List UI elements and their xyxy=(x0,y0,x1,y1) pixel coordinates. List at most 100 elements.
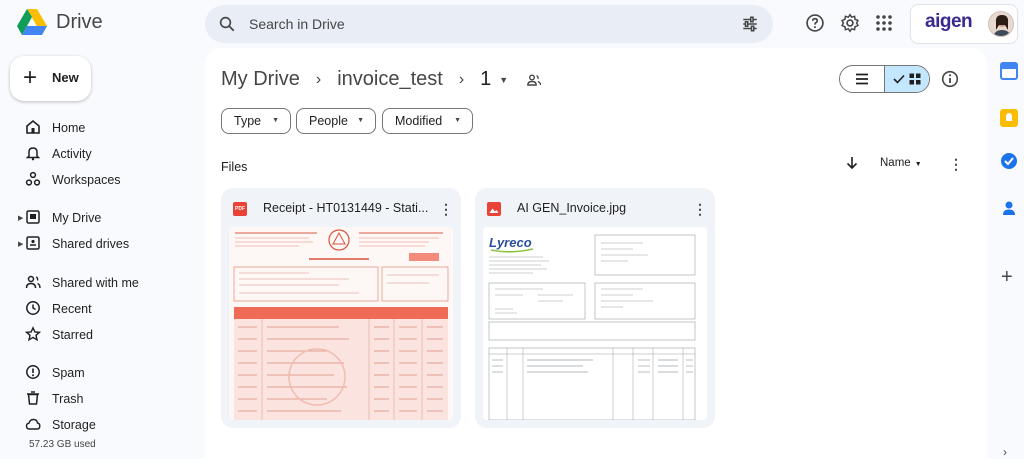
sidebar-item-label: Home xyxy=(52,121,86,135)
plus-icon: + xyxy=(23,64,38,91)
grid-view-button[interactable] xyxy=(884,66,929,92)
sidebar-item-label: Storage xyxy=(52,418,96,432)
list-view-icon xyxy=(856,73,868,85)
breadcrumb-invoice-test[interactable]: invoice_test xyxy=(337,68,443,91)
chip-label: Type xyxy=(234,114,262,128)
sidebar-item-label: Shared drives xyxy=(52,237,130,251)
sidebar-item-shared-with-me[interactable]: Shared with me xyxy=(0,271,200,295)
chevron-right-icon: › xyxy=(315,70,322,88)
vendor-logo: Lyreco xyxy=(489,235,532,250)
sidebar-item-trash[interactable]: Trash xyxy=(0,387,200,411)
chevron-right-icon: › xyxy=(458,70,465,88)
type-filter-chip[interactable]: Type ▼ xyxy=(221,108,291,134)
spam-icon xyxy=(26,365,40,379)
breadcrumb: My Drive › invoice_test › 1 ▼ xyxy=(221,68,542,91)
more-options-vertical-icon[interactable]: ⋮ xyxy=(949,157,963,171)
sidebar-item-label: Activity xyxy=(52,147,92,161)
sidebar-item-label: My Drive xyxy=(52,211,102,225)
search-input[interactable]: Search in Drive xyxy=(249,16,345,32)
search-bar[interactable]: Search in Drive xyxy=(205,5,773,43)
more-options-vertical-icon[interactable]: ⋮ xyxy=(693,202,707,216)
chip-label: People xyxy=(309,114,348,128)
sidebar-item-label: Workspaces xyxy=(52,173,121,187)
modified-filter-chip[interactable]: Modified ▼ xyxy=(382,108,473,134)
org-brand-logo: aigen xyxy=(925,11,973,32)
sidebar-item-label: Recent xyxy=(52,302,92,316)
star-icon xyxy=(25,326,41,342)
sort-by-dropdown[interactable]: Name ▼ xyxy=(880,157,922,169)
sidebar-item-label: Starred xyxy=(52,328,93,342)
search-icon[interactable] xyxy=(218,15,236,33)
workspaces-icon xyxy=(25,171,41,186)
dropdown-caret-icon: ▼ xyxy=(454,117,461,124)
apps-grid-icon[interactable] xyxy=(873,12,895,34)
avatar[interactable] xyxy=(988,11,1014,37)
file-card[interactable]: AI GEN_Invoice.jpg ⋮ Lyreco xyxy=(475,188,715,428)
view-toggle[interactable] xyxy=(839,65,930,93)
new-button[interactable]: + New xyxy=(10,56,91,101)
dropdown-caret-icon: ▼ xyxy=(914,161,922,168)
sidebar-item-my-drive[interactable]: ▶ My Drive xyxy=(0,206,200,230)
check-icon xyxy=(893,74,905,84)
account-switcher[interactable]: aigen xyxy=(910,4,1018,44)
app-title: Drive xyxy=(56,10,103,33)
expand-caret-icon[interactable]: ▶ xyxy=(18,240,23,248)
dropdown-caret-icon: ▼ xyxy=(272,117,279,124)
calendar-icon[interactable] xyxy=(1000,62,1018,80)
home-icon xyxy=(26,119,40,134)
receipt-document-preview xyxy=(229,227,453,420)
people-filter-chip[interactable]: People ▼ xyxy=(296,108,376,134)
my-drive-icon xyxy=(26,210,40,224)
files-section-heading: Files xyxy=(221,160,248,174)
get-add-ons-plus-icon[interactable]: + xyxy=(1001,267,1013,287)
shared-folder-people-icon[interactable] xyxy=(526,72,542,88)
side-panel-toggle-chevron-icon[interactable]: › xyxy=(1003,445,1007,459)
shared-drives-icon xyxy=(26,236,40,250)
sidebar-item-label: Trash xyxy=(52,392,84,406)
file-card[interactable]: PDF Receipt - HT0131449 - Stati... ⋮ xyxy=(221,188,461,428)
sidebar-item-recent[interactable]: Recent xyxy=(0,297,200,321)
info-icon[interactable] xyxy=(941,70,959,88)
sidebar-item-workspaces[interactable]: Workspaces xyxy=(0,168,200,192)
tasks-icon[interactable] xyxy=(1000,152,1018,170)
sort-direction-arrow-icon[interactable] xyxy=(845,156,859,170)
file-name: AI GEN_Invoice.jpg xyxy=(517,201,627,215)
sidebar-item-storage[interactable]: Storage xyxy=(0,413,200,437)
sidebar-item-label: Shared with me xyxy=(52,276,139,290)
keep-icon[interactable] xyxy=(1000,109,1018,127)
expand-caret-icon[interactable]: ▶ xyxy=(18,214,23,222)
invoice-image-thumbnail[interactable]: Lyreco xyxy=(483,227,707,420)
folder-menu-caret-icon[interactable]: ▼ xyxy=(499,75,508,85)
contacts-icon[interactable] xyxy=(1000,199,1018,217)
drive-logo[interactable]: Drive xyxy=(16,8,103,36)
sidebar-item-activity[interactable]: Activity xyxy=(0,142,200,166)
invoice-document-preview: Lyreco xyxy=(483,227,707,420)
help-icon[interactable] xyxy=(804,12,826,34)
grid-view-icon xyxy=(909,73,921,85)
dropdown-caret-icon: ▼ xyxy=(357,117,364,124)
clock-icon xyxy=(26,301,40,315)
more-options-vertical-icon[interactable]: ⋮ xyxy=(439,202,453,216)
sidebar-item-starred[interactable]: Starred xyxy=(0,323,200,347)
receipt-pdf-thumbnail[interactable] xyxy=(229,227,453,420)
cloud-icon xyxy=(25,418,41,430)
main-content: My Drive › invoice_test › 1 ▼ Type ▼ Peo… xyxy=(205,48,987,459)
breadcrumb-current-folder[interactable]: 1 xyxy=(480,68,491,91)
drive-logo-icon xyxy=(17,9,47,35)
new-button-label: New xyxy=(52,70,79,85)
sort-by-label: Name xyxy=(880,157,911,169)
image-file-icon xyxy=(487,202,501,216)
search-options-icon[interactable] xyxy=(741,15,759,33)
storage-used-text: 57.23 GB used xyxy=(29,439,96,450)
sidebar-item-shared-drives[interactable]: ▶ Shared drives xyxy=(0,232,200,256)
chip-label: Modified xyxy=(395,114,443,128)
sidebar-item-home[interactable]: Home xyxy=(0,116,200,140)
pdf-file-icon: PDF xyxy=(233,202,247,216)
settings-gear-icon[interactable] xyxy=(839,12,861,34)
breadcrumb-my-drive[interactable]: My Drive xyxy=(221,68,300,91)
sidebar-item-spam[interactable]: Spam xyxy=(0,361,200,385)
people-icon xyxy=(25,275,41,289)
file-name: Receipt - HT0131449 - Stati... xyxy=(263,201,429,215)
bell-icon xyxy=(25,147,41,161)
list-view-button[interactable] xyxy=(840,66,884,92)
